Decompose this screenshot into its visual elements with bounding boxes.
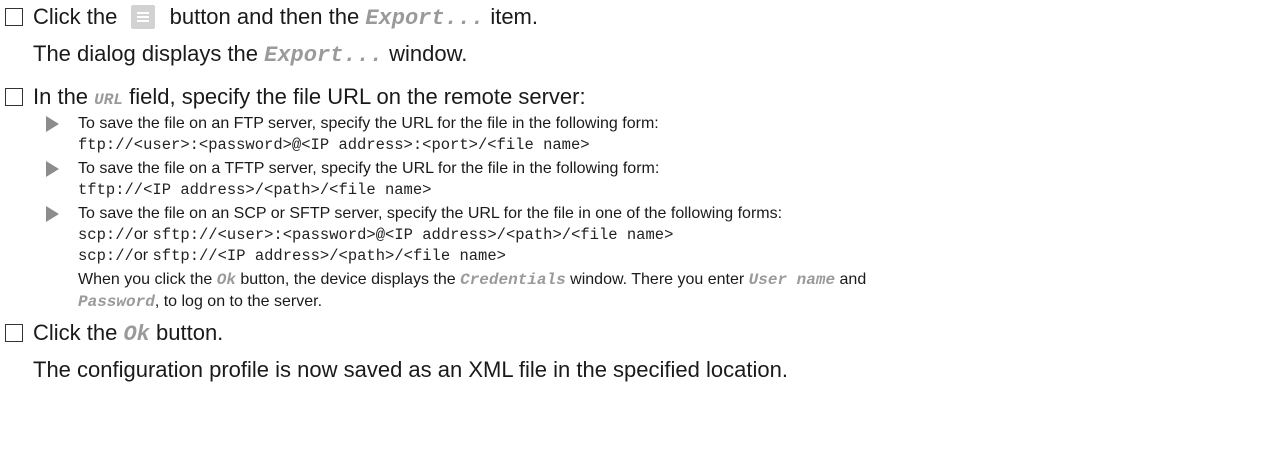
bullet-scp-code-2: scp://or sftp://<IP address>/<path>/<fil… xyxy=(78,247,506,265)
ok-button-label: Ok xyxy=(123,322,150,347)
checkbox-icon xyxy=(5,324,23,342)
password-label: Password xyxy=(78,293,155,311)
ok-button-label: Ok xyxy=(216,271,236,289)
bullet-scp-code-1: scp://or sftp://<user>:<password>@<IP ad… xyxy=(78,226,674,244)
step-3-result: The configuration profile is now saved a… xyxy=(33,357,788,382)
triangle-bullet-icon xyxy=(46,161,59,177)
step-1-result: The dialog displays the Export... window… xyxy=(33,41,468,68)
bullet-scp-text: To save the file on an SCP or SFTP serve… xyxy=(78,205,783,222)
bullet-ftp-code: ftp://<user>:<password>@<IP address>:<po… xyxy=(78,136,590,154)
bullet-ftp-text: To save the file on an FTP server, speci… xyxy=(78,115,659,132)
user-name-label: User name xyxy=(748,271,836,289)
triangle-bullet-icon xyxy=(46,116,59,132)
bullet-tftp-text: To save the file on a TFTP server, speci… xyxy=(78,160,660,177)
triangle-bullet-icon xyxy=(46,206,59,222)
menu-hamburger-icon[interactable] xyxy=(131,5,156,29)
checkbox-icon xyxy=(5,88,23,106)
step-1-instruction: Click the button and then the Export... … xyxy=(33,4,538,31)
bullet-scp-note-2: Password, to log on to the server. xyxy=(78,293,323,311)
step-3-instruction: Click the Ok button. xyxy=(33,320,224,347)
bullet-tftp-code: tftp://<IP address>/<path>/<file name> xyxy=(78,181,432,199)
checkbox-icon xyxy=(5,8,23,26)
credentials-window-label: Credentials xyxy=(460,271,566,289)
bullet-scp-note-1: When you click the Ok button, the device… xyxy=(78,271,867,289)
step-2-instruction: In the URL field, specify the file URL o… xyxy=(33,84,586,109)
export-window-label: Export... xyxy=(264,43,383,68)
url-field-label: URL xyxy=(94,91,123,109)
export-item-label: Export... xyxy=(365,6,485,31)
